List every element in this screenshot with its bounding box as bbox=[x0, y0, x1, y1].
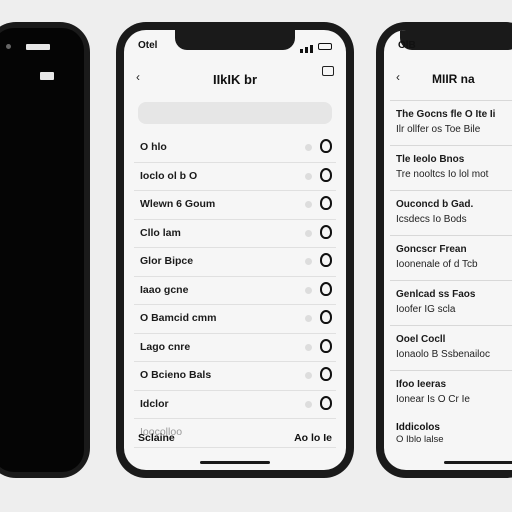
toggle-dot-icon bbox=[305, 343, 312, 351]
phone-right: OlB ‹ MIIR na The Gocns fle O Ite Ii Ilr … bbox=[376, 22, 512, 478]
footer-title: Iddicolos bbox=[396, 422, 440, 433]
item-title: The Gocns fle O Ite Ii bbox=[396, 109, 496, 120]
message-list: The Gocns fle O Ite Ii Ilr ollfer os Toe … bbox=[390, 100, 512, 415]
info-icon[interactable] bbox=[320, 253, 332, 267]
signal-icon bbox=[305, 47, 309, 53]
list-item-label: Cllo lam bbox=[140, 226, 181, 239]
list-item-label: Idclor bbox=[140, 397, 169, 410]
info-icon[interactable] bbox=[320, 338, 332, 353]
info-icon[interactable] bbox=[320, 139, 332, 153]
list-item[interactable]: Wlewn 6 Goum bbox=[134, 191, 336, 220]
list-item[interactable]: Goncscr Frean Ioonenale of d Tcb bbox=[390, 235, 512, 280]
info-icon[interactable] bbox=[320, 367, 332, 381]
settings-list: O hlo Ioclo ol b O Wlewn 6 Goum Cllo lam… bbox=[134, 134, 336, 448]
phone-middle-screen: Otel ‹ IIkIK br O hlo Ioclo ol b O Wlewn… bbox=[124, 30, 346, 470]
list-item[interactable]: Idclor bbox=[134, 391, 336, 419]
list-item[interactable]: Glor Bipce bbox=[134, 248, 336, 277]
compose-icon[interactable] bbox=[322, 66, 334, 76]
search-input[interactable] bbox=[138, 102, 332, 124]
list-item[interactable]: Ouconcd b Gad. Icsdecs Io Bods bbox=[390, 190, 512, 235]
item-title: Ouconcd b Gad. bbox=[396, 199, 474, 210]
home-indicator[interactable] bbox=[444, 461, 512, 464]
item-title: Ooel Cocll bbox=[396, 334, 446, 345]
camera-icon bbox=[6, 44, 11, 49]
footer-left-button[interactable]: Sclaine bbox=[138, 432, 175, 444]
list-item-label: O hlo bbox=[140, 141, 167, 153]
item-subtitle: Ioonenale of d Tcb bbox=[396, 259, 478, 270]
info-icon[interactable] bbox=[320, 196, 332, 210]
back-button[interactable]: ‹ bbox=[396, 70, 400, 84]
info-icon[interactable] bbox=[320, 224, 332, 239]
nav-bar: ‹ IIkIK br bbox=[132, 64, 338, 92]
list-item[interactable]: O Bcieno Bals bbox=[134, 362, 336, 391]
toggle-dot-icon bbox=[305, 229, 312, 237]
status-bar: Otel bbox=[138, 40, 332, 54]
item-title: Ifoo Ieeras bbox=[396, 379, 447, 390]
battery-icon bbox=[40, 72, 54, 80]
list-item[interactable]: Ifoo Ieeras Ionear Is O Cr Ie bbox=[390, 370, 512, 415]
toggle-dot-icon bbox=[305, 400, 312, 408]
nav-bar: ‹ MIIR na bbox=[392, 64, 512, 92]
bottom-toolbar: Sclaine Ao lo Ie bbox=[132, 428, 338, 448]
toggle-dot-icon bbox=[305, 286, 312, 294]
footer-subtitle: O Iblo lalse bbox=[396, 434, 444, 445]
toggle-dot-icon bbox=[305, 315, 312, 322]
list-item[interactable]: O Bamcid cmm bbox=[134, 305, 336, 334]
toggle-dot-icon bbox=[305, 372, 312, 379]
list-item-label: Glor Bipce bbox=[140, 255, 194, 267]
info-icon[interactable] bbox=[320, 395, 332, 410]
bottom-toolbar: Iddicolos O Iblo lalse bbox=[392, 422, 512, 448]
list-item[interactable]: Ooel Cocll Ionaolo B Ssbenailoc bbox=[390, 325, 512, 370]
item-subtitle: Icsdecs Io Bods bbox=[396, 214, 467, 225]
list-item[interactable]: Lago cnre bbox=[134, 334, 336, 362]
page-title: IIkIK br bbox=[212, 72, 258, 87]
info-icon[interactable] bbox=[320, 167, 332, 182]
list-item[interactable]: Ioclo ol b O bbox=[134, 163, 336, 191]
page-title: MIIR na bbox=[432, 72, 475, 86]
signal-icon bbox=[310, 45, 314, 53]
list-item-label: O Bcieno Bals bbox=[140, 369, 212, 381]
phone-right-screen: OlB ‹ MIIR na The Gocns fle O Ite Ii Ilr … bbox=[384, 30, 512, 470]
battery-icon bbox=[318, 43, 332, 50]
toggle-dot-icon bbox=[305, 144, 312, 151]
list-item-label: Wlewn 6 Goum bbox=[140, 198, 216, 210]
list-item[interactable]: O hlo bbox=[134, 134, 336, 163]
item-subtitle: Tre nooltcs Io lol mot bbox=[396, 169, 489, 180]
list-item-label: Iaao gcne bbox=[140, 283, 189, 296]
item-subtitle: Ioofer IG scla bbox=[396, 304, 456, 315]
toggle-dot-icon bbox=[305, 172, 312, 180]
status-bar bbox=[6, 42, 70, 80]
list-item-label: O Bamcid cmm bbox=[140, 312, 217, 324]
info-icon[interactable] bbox=[320, 310, 332, 324]
list-item[interactable]: Iaao gcne bbox=[134, 277, 336, 305]
toggle-dot-icon bbox=[305, 258, 312, 265]
list-item-label: Lago cnre bbox=[140, 340, 191, 353]
status-time: OlB bbox=[398, 40, 416, 51]
item-subtitle: Ionaolo B Ssbenailoc bbox=[396, 349, 490, 360]
list-item[interactable]: Tle Ieolo Bnos Tre nooltcs Io lol mot bbox=[390, 145, 512, 190]
footer-right-button[interactable]: Ao lo Ie bbox=[294, 432, 332, 444]
info-icon[interactable] bbox=[320, 281, 332, 296]
phone-left bbox=[0, 22, 90, 478]
phone-left-screen bbox=[0, 28, 84, 472]
item-title: Genlcad ss Faos bbox=[396, 289, 476, 300]
phone-middle: Otel ‹ IIkIK br O hlo Ioclo ol b O Wlewn… bbox=[116, 22, 354, 478]
toggle-dot-icon bbox=[305, 201, 312, 208]
signal-icon bbox=[300, 49, 304, 53]
list-item[interactable]: Genlcad ss Faos Ioofer IG scla bbox=[390, 280, 512, 325]
status-icons bbox=[298, 42, 332, 53]
home-indicator[interactable] bbox=[200, 461, 270, 464]
item-subtitle: Ilr ollfer os Toe Bile bbox=[396, 124, 481, 135]
item-title: Tle Ieolo Bnos bbox=[396, 154, 465, 165]
item-subtitle: Ionear Is O Cr Ie bbox=[396, 394, 470, 405]
signal-icon bbox=[26, 44, 50, 50]
item-title: Goncscr Frean bbox=[396, 244, 467, 255]
status-bar: OlB bbox=[398, 40, 512, 54]
list-item-label: Ioclo ol b O bbox=[140, 169, 198, 182]
list-item[interactable]: Cllo lam bbox=[134, 220, 336, 248]
status-time: Otel bbox=[138, 40, 158, 51]
list-item[interactable]: The Gocns fle O Ite Ii Ilr ollfer os Toe … bbox=[390, 100, 512, 145]
